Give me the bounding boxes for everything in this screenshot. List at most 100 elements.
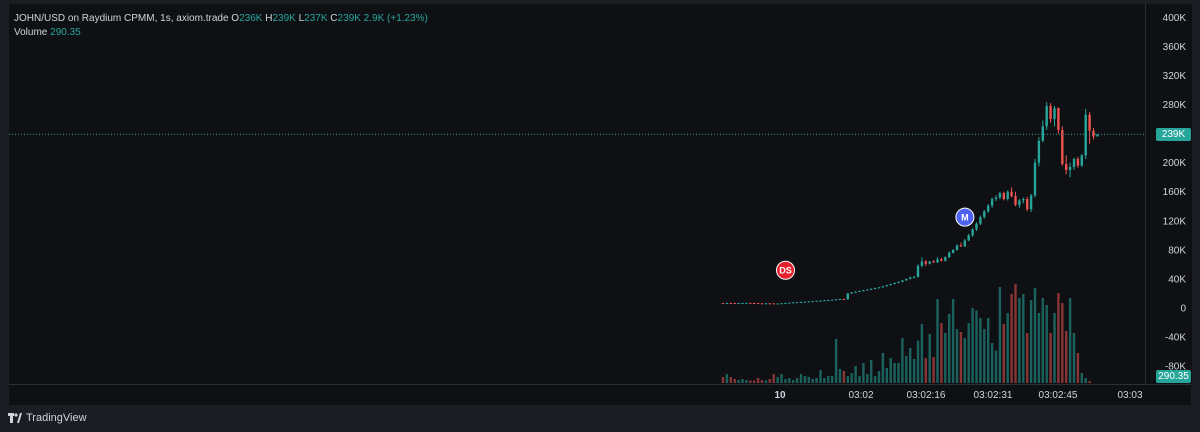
- candle-body: [803, 301, 807, 303]
- volume-bar: [1014, 284, 1017, 383]
- candle-body: [959, 245, 963, 247]
- candle-body: [725, 302, 729, 304]
- price-tick-label: 120K: [1163, 216, 1187, 227]
- volume-bar: [803, 376, 807, 383]
- candle-body: [733, 303, 736, 305]
- volume-bar: [909, 348, 912, 383]
- candle-body: [850, 292, 853, 294]
- volume-bar: [901, 338, 904, 383]
- volume-bar: [1072, 333, 1076, 383]
- last-price-tag: 239K: [1156, 127, 1191, 141]
- volume-bar: [998, 287, 1002, 383]
- candle-body: [870, 288, 873, 290]
- volume-bar: [905, 356, 908, 383]
- volume-bar: [760, 380, 764, 383]
- volume-bar: [975, 310, 978, 383]
- candle-body: [877, 287, 881, 289]
- legend-symbol: JOHN/USD on Raydium CPMM, 1s, axiom.trad…: [14, 13, 229, 24]
- volume-bar: [1022, 294, 1025, 383]
- volume-bar: [944, 333, 947, 383]
- candle-body: [912, 276, 916, 278]
- volume-bar: [799, 374, 803, 383]
- volume-bar: [749, 380, 752, 383]
- time-tick-labels: 10 03:02 03:02:16 03:02:31 03:02:45 03:03: [774, 390, 1143, 401]
- candle-body: [756, 303, 760, 305]
- volume-bar: [733, 379, 736, 383]
- volume-bar: [1057, 293, 1060, 383]
- price-tick-label: 280K: [1163, 100, 1187, 111]
- volume-bar: [831, 376, 834, 383]
- candle-body: [975, 223, 978, 230]
- candle-body: [854, 291, 857, 293]
- candle-body: [897, 281, 900, 283]
- volume-bar: [1010, 294, 1013, 383]
- candle-body: [831, 299, 834, 301]
- volume-bar: [936, 299, 939, 383]
- candle-body: [990, 199, 994, 206]
- candle-body: [901, 280, 904, 282]
- candle-body: [1029, 195, 1033, 210]
- volume-bar: [893, 363, 896, 383]
- volume-bar: [1076, 353, 1080, 383]
- candle-body: [788, 302, 791, 304]
- candle-body: [866, 289, 869, 291]
- candle-body: [948, 252, 951, 258]
- candle-body: [737, 303, 740, 305]
- candle-body: [776, 303, 779, 305]
- price-tick-label: 360K: [1163, 42, 1187, 53]
- candle-body: [745, 302, 748, 304]
- candle-body: [1068, 167, 1072, 170]
- candle-body: [963, 240, 966, 247]
- volume-bar: [912, 359, 916, 383]
- candle-body: [815, 300, 818, 302]
- candle-body: [1033, 162, 1037, 196]
- legend-open-label: O: [231, 13, 240, 24]
- volume-bar: [1018, 298, 1021, 383]
- candle-body: [916, 265, 920, 277]
- volume-bar: [795, 378, 799, 383]
- chart-canvas: DSM 400K360K320K280K240K200K160K120K80K4…: [9, 13, 1187, 401]
- volume-tag: 290.35: [1156, 370, 1191, 383]
- volume-bars: [721, 284, 1091, 383]
- time-tick-label: 03:03: [1117, 390, 1142, 401]
- candle-body: [795, 302, 799, 304]
- legend-change: 2.9K (+1.23%): [363, 13, 428, 24]
- volume-bar: [971, 308, 974, 383]
- volume-bar: [1006, 313, 1009, 383]
- candle-body: [905, 278, 908, 281]
- price-tick-label: 40K: [1168, 274, 1186, 285]
- volume-bar: [881, 353, 885, 383]
- volume-bar: [1065, 331, 1068, 383]
- volume-bar: [1026, 333, 1029, 383]
- event-marker-label: DS: [779, 266, 792, 276]
- volume-bar: [741, 379, 744, 383]
- footer-brand[interactable]: TradingView: [8, 411, 87, 425]
- legend-volume-value: 290.35: [50, 27, 81, 38]
- candle-body: [753, 302, 756, 304]
- volume-bar: [990, 343, 994, 383]
- candle-body: [827, 299, 830, 301]
- volume-bar: [924, 358, 927, 383]
- price-tick-label: 80K: [1168, 245, 1186, 256]
- price-tick-label: 0: [1180, 304, 1186, 315]
- volume-bar: [1084, 378, 1087, 383]
- time-tick-label: 03:02:16: [907, 390, 946, 401]
- candle-body: [721, 302, 725, 304]
- candle-body: [838, 299, 842, 301]
- volume-bar: [780, 374, 783, 383]
- legend-volume: Volume 290.35: [14, 27, 81, 38]
- candle-body: [1018, 200, 1021, 205]
- candle-body: [1057, 108, 1060, 130]
- footer-brand-name: TradingView: [26, 412, 87, 424]
- candle-body: [881, 286, 885, 288]
- volume-bar: [756, 378, 760, 383]
- candle-body: [885, 285, 888, 287]
- candle-body: [807, 301, 810, 303]
- price-tick-label: 160K: [1163, 187, 1187, 198]
- volume-bar: [1061, 303, 1064, 383]
- event-marker-label: M: [961, 213, 969, 223]
- legend-high-value: 239K: [272, 13, 296, 24]
- volume-bar: [815, 378, 818, 383]
- candle-body: [1084, 114, 1087, 156]
- volume-bar: [792, 380, 795, 383]
